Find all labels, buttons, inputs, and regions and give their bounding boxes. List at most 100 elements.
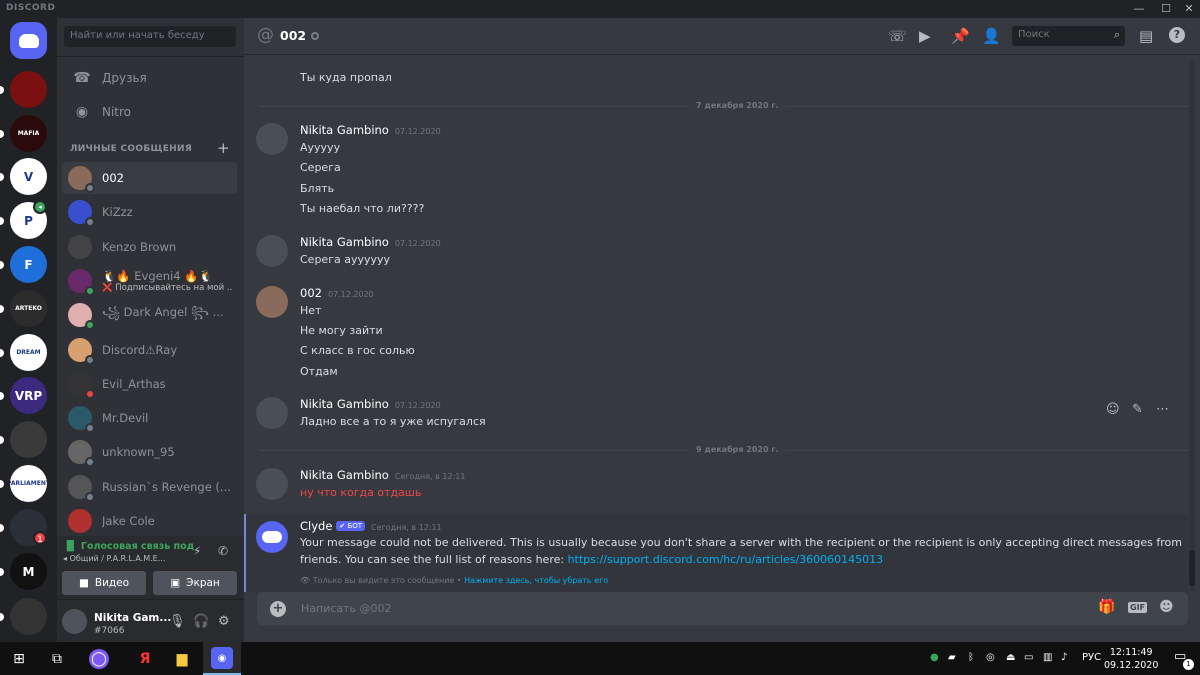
minimize-button[interactable]: — bbox=[1126, 1, 1152, 17]
message-author[interactable]: Nikita Gambino 07.12.2020 bbox=[300, 397, 441, 411]
dm-item[interactable]: Discord⚠Ray bbox=[62, 334, 237, 366]
server-arteko[interactable]: ARTEKO bbox=[10, 290, 47, 327]
yandex-browser-icon[interactable]: Я bbox=[134, 648, 156, 670]
scrollbar[interactable] bbox=[1189, 60, 1195, 590]
tray-icon[interactable]: ● bbox=[930, 652, 939, 663]
clyde-text: friends. You can see the full list of re… bbox=[300, 553, 884, 566]
gif-button[interactable]: GIF bbox=[1128, 602, 1148, 613]
message-author[interactable]: 002 07.12.2020 bbox=[300, 286, 374, 300]
more-icon[interactable]: ⋯ bbox=[1156, 402, 1169, 417]
avatar[interactable] bbox=[256, 468, 288, 500]
server-dark[interactable] bbox=[10, 421, 47, 458]
dm-text: Jake Cole bbox=[102, 514, 155, 528]
attach-plus-icon[interactable]: + bbox=[270, 601, 286, 617]
dm-item[interactable]: ꧁ Dark Angel ꧂ ... bbox=[62, 299, 237, 331]
dm-item[interactable]: KiZzz bbox=[62, 196, 237, 228]
screen-share-button[interactable]: ▣ Экран bbox=[153, 571, 237, 595]
server-dream-team[interactable]: DREAM bbox=[10, 334, 47, 371]
headphones-icon[interactable]: 🎧 bbox=[193, 614, 209, 629]
help-icon[interactable]: ? bbox=[1169, 27, 1185, 43]
dm-name: Jake Cole bbox=[102, 514, 155, 528]
message-author[interactable]: Nikita Gambino 07.12.2020 bbox=[300, 123, 441, 137]
unread-indicator bbox=[0, 524, 4, 532]
close-window-button[interactable]: ✕ bbox=[1176, 1, 1200, 17]
dm-item[interactable]: 🐧🔥 Evgeni4 🔥🐧 ❌ Подписывайтесь на мой ... bbox=[62, 265, 237, 297]
dm-item[interactable]: unknown_95 bbox=[62, 436, 237, 468]
battery-icon[interactable]: ▭ bbox=[1024, 652, 1033, 663]
message-author[interactable]: Nikita Gambino Сегодня, в 12:11 bbox=[300, 468, 465, 482]
create-dm-button[interactable]: + bbox=[217, 139, 230, 157]
chat-area: @ 002 ☏ ▶ 📌 👤 Поиск ⌕ ▤ ? Ты куда пропал… bbox=[244, 18, 1200, 642]
gift-icon[interactable]: 🎁 bbox=[1098, 599, 1115, 615]
server-parliament[interactable]: PARLIAMENT bbox=[10, 465, 47, 502]
server-vrp2[interactable]: VRP bbox=[10, 377, 47, 414]
volume-icon[interactable]: ♪ bbox=[1061, 652, 1067, 663]
message-composer: + Написать @002 🎁 GIF ☻ bbox=[257, 592, 1188, 625]
message-input[interactable]: Написать @002 bbox=[301, 602, 392, 615]
user-avatar[interactable] bbox=[62, 609, 87, 634]
nitro-nav[interactable]: ◉ Nitro bbox=[62, 97, 237, 127]
pin-icon[interactable]: 📌 bbox=[951, 27, 970, 45]
server-home[interactable] bbox=[10, 22, 47, 59]
alice-icon[interactable]: ◯ bbox=[89, 649, 109, 669]
voice-channel-link[interactable]: ◂ Общий / P.A.R.L.A.M.E... bbox=[63, 554, 165, 563]
dm-item[interactable]: Jake Cole bbox=[62, 505, 237, 537]
status-indicator bbox=[85, 320, 95, 331]
message-line: Серега аyyyyyy bbox=[300, 253, 391, 266]
dm-item[interactable]: Mr.Devil bbox=[62, 402, 237, 434]
message-author[interactable]: Clyde ✔ БОТ Сегодня, в 12:11 bbox=[300, 519, 442, 533]
support-link[interactable]: https://support.discord.com/hc/ru/articl… bbox=[568, 553, 884, 566]
voice-call-icon[interactable]: ☏ bbox=[888, 27, 907, 45]
network-icon[interactable]: ▥ bbox=[1043, 652, 1052, 663]
microphone-icon[interactable]: 🎙 bbox=[169, 614, 186, 629]
unread-indicator bbox=[0, 436, 4, 444]
avatar[interactable] bbox=[256, 235, 288, 267]
clyde-avatar[interactable] bbox=[256, 521, 288, 553]
video-button[interactable]: ■ Видео bbox=[62, 571, 146, 595]
search-input[interactable]: Поиск ⌕ bbox=[1012, 26, 1125, 46]
server-vrp[interactable]: V bbox=[10, 158, 47, 195]
bluetooth-icon[interactable]: ᛒ bbox=[968, 652, 974, 663]
dismiss-message-link[interactable]: Нажмите здесь, чтобы убрать его bbox=[464, 576, 608, 585]
discord-taskbar-button[interactable]: ◉ bbox=[203, 642, 241, 675]
nitro-label: Nitro bbox=[102, 105, 132, 119]
message-line: Не могу зайти bbox=[300, 324, 383, 337]
nvidia-icon[interactable]: ▰ bbox=[948, 652, 956, 663]
avatar[interactable] bbox=[256, 286, 288, 318]
steam-icon[interactable]: ◎ bbox=[986, 652, 995, 663]
add-friend-icon[interactable]: 👤 bbox=[982, 27, 1001, 45]
gear-icon[interactable]: ⚙ bbox=[218, 614, 230, 629]
server-f-server[interactable]: F bbox=[10, 246, 47, 283]
noise-suppression-icon[interactable]: ⚡ bbox=[193, 544, 201, 558]
server-group[interactable] bbox=[10, 598, 47, 635]
dm-item[interactable]: Kenzo Brown bbox=[62, 231, 237, 263]
message-line: Ты наебал что ли???? bbox=[300, 202, 425, 215]
clock[interactable]: 12:11:49 09.12.2020 bbox=[1104, 646, 1158, 672]
emoji-icon[interactable]: ☻ bbox=[1159, 599, 1174, 615]
message-author[interactable]: Nikita Gambino 07.12.2020 bbox=[300, 235, 441, 249]
disconnect-icon[interactable]: ✆ bbox=[218, 544, 228, 558]
video-call-icon[interactable]: ▶ bbox=[919, 27, 931, 45]
dm-item[interactable]: Evil_Arthas bbox=[62, 368, 237, 400]
friends-nav[interactable]: ☎ Друзья bbox=[62, 63, 237, 93]
server-sith[interactable] bbox=[10, 71, 47, 108]
file-explorer-icon[interactable]: ▆ bbox=[171, 648, 193, 670]
scroll-thumb[interactable] bbox=[1189, 550, 1195, 586]
dm-item[interactable]: Russian`s Revenge (... bbox=[62, 471, 237, 503]
find-conversation-input[interactable]: Найти или начать беседу bbox=[64, 26, 236, 47]
avatar[interactable] bbox=[256, 123, 288, 155]
windows-start-icon[interactable]: ⊞ bbox=[8, 648, 30, 670]
edit-icon[interactable]: ✎ bbox=[1132, 402, 1143, 417]
avatar[interactable] bbox=[256, 397, 288, 429]
dm-item[interactable]: 002 bbox=[62, 162, 237, 194]
status-indicator bbox=[85, 457, 95, 468]
usb-icon[interactable]: ⏏ bbox=[1006, 652, 1015, 663]
unread-indicator bbox=[0, 217, 4, 225]
bot-badge: ✔ БОТ bbox=[336, 521, 366, 531]
inbox-icon[interactable]: ▤ bbox=[1139, 27, 1153, 45]
add-reaction-icon[interactable]: ☺ bbox=[1106, 402, 1120, 417]
language-indicator[interactable]: РУС bbox=[1082, 652, 1101, 663]
server-mafia[interactable]: MAFIA bbox=[10, 115, 47, 152]
task-view-icon[interactable]: ⧉ bbox=[46, 648, 68, 670]
server-m-squad[interactable]: M bbox=[10, 553, 47, 590]
